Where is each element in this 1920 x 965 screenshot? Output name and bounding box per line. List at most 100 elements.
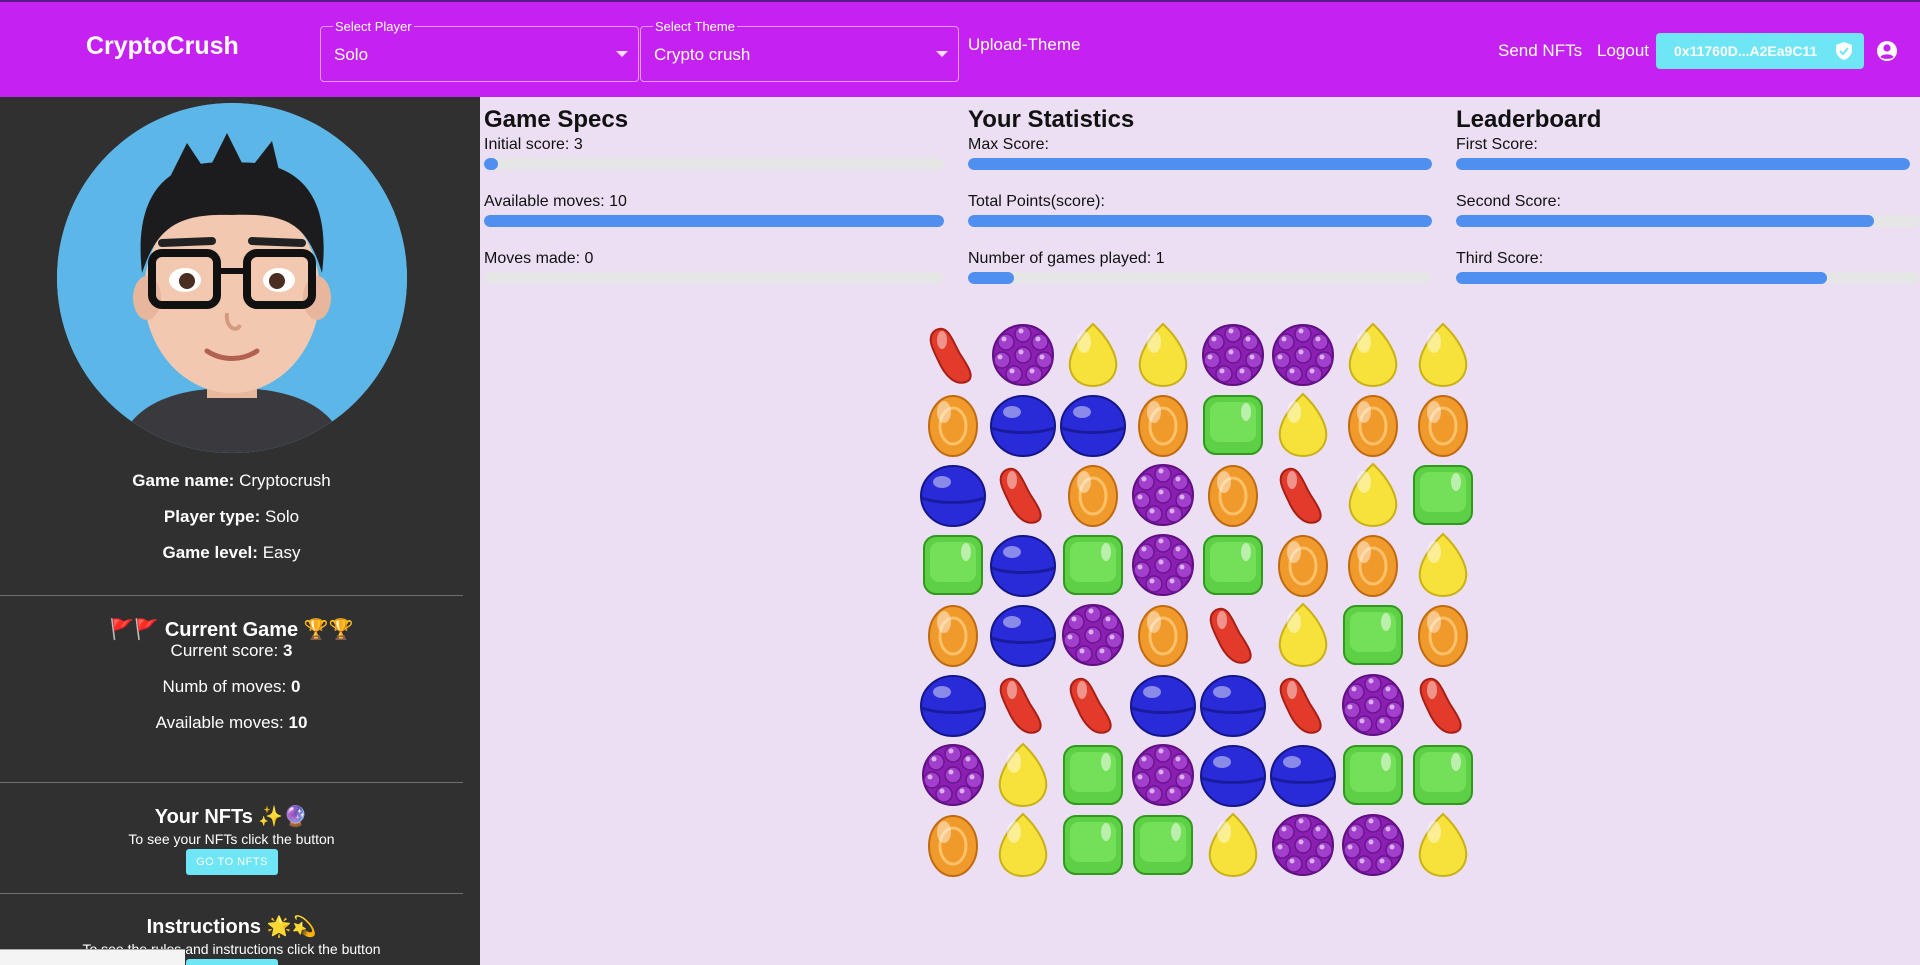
orange-candy-icon[interactable] — [1128, 390, 1198, 460]
blue-candy-icon[interactable] — [1198, 740, 1268, 810]
purple-candy-icon[interactable] — [1268, 810, 1338, 880]
blue-candy-icon[interactable] — [918, 670, 988, 740]
current-score-row: Current score: 3 — [0, 641, 463, 661]
red-candy-icon[interactable] — [1058, 670, 1128, 740]
account-icon[interactable] — [1876, 40, 1898, 62]
orange-candy-icon[interactable] — [1198, 460, 1268, 530]
divider — [0, 595, 463, 596]
green-candy-icon[interactable] — [1408, 740, 1478, 810]
green-candy-icon[interactable] — [1338, 600, 1408, 670]
yellow-candy-icon[interactable] — [1268, 390, 1338, 460]
purple-candy-icon[interactable] — [1198, 320, 1268, 390]
send-nfts-link[interactable]: Send NFTs — [1498, 41, 1582, 61]
red-candy-icon[interactable] — [988, 460, 1058, 530]
blue-candy-icon[interactable] — [1198, 670, 1268, 740]
red-candy-icon[interactable] — [918, 320, 988, 390]
select-player-value: Solo — [334, 45, 369, 64]
green-candy-icon[interactable] — [1058, 530, 1128, 600]
first-score-fill — [1456, 158, 1910, 170]
purple-candy-icon[interactable] — [1128, 460, 1198, 530]
green-candy-icon[interactable] — [1198, 390, 1268, 460]
orange-candy-icon[interactable] — [1268, 530, 1338, 600]
logout-link[interactable]: Logout — [1597, 41, 1649, 61]
green-candy-icon[interactable] — [1408, 460, 1478, 530]
max-score-bar — [968, 158, 1432, 170]
red-candy-icon[interactable] — [1198, 600, 1268, 670]
divider — [0, 782, 463, 783]
player-type-value: Solo — [265, 507, 300, 526]
select-player-dropdown[interactable]: Select Player Solo — [320, 19, 639, 82]
green-candy-icon[interactable] — [918, 530, 988, 600]
upload-theme-link[interactable]: Upload-Theme — [968, 35, 1080, 55]
blue-candy-icon[interactable] — [1268, 740, 1338, 810]
total-points-bar — [968, 215, 1432, 227]
orange-candy-icon[interactable] — [1338, 530, 1408, 600]
purple-candy-icon[interactable] — [1128, 740, 1198, 810]
yellow-candy-icon[interactable] — [1338, 320, 1408, 390]
yellow-candy-icon[interactable] — [1128, 320, 1198, 390]
leaderboard-title: Leaderboard — [1456, 106, 1602, 133]
go-to-nfts-button[interactable]: GO TO NFTS — [186, 849, 278, 875]
blue-candy-icon[interactable] — [1128, 670, 1198, 740]
purple-candy-icon[interactable] — [1268, 320, 1338, 390]
green-candy-icon[interactable] — [1198, 530, 1268, 600]
game-level-row: Game level: Easy — [0, 543, 463, 563]
orange-candy-icon[interactable] — [918, 390, 988, 460]
red-candy-icon[interactable] — [1268, 460, 1338, 530]
purple-candy-icon[interactable] — [1338, 810, 1408, 880]
orange-candy-icon[interactable] — [1408, 600, 1478, 670]
purple-candy-icon[interactable] — [1338, 670, 1408, 740]
game-name-row: Game name: Cryptocrush — [0, 471, 463, 491]
player-type-label: Player type: — [163, 507, 261, 526]
yellow-candy-icon[interactable] — [1408, 320, 1478, 390]
blue-candy-icon[interactable] — [988, 530, 1058, 600]
third-score-bar — [1456, 272, 1920, 284]
app-title[interactable]: CryptoCrush — [86, 32, 239, 61]
blue-candy-icon[interactable] — [1058, 390, 1128, 460]
instructions-button[interactable] — [186, 959, 278, 965]
third-score-fill — [1456, 272, 1828, 284]
red-candy-icon[interactable] — [1268, 670, 1338, 740]
wallet-address-button[interactable]: 0x11760D...A2Ea9C11 — [1656, 33, 1864, 69]
yellow-candy-icon[interactable] — [1408, 530, 1478, 600]
purple-candy-icon[interactable] — [1058, 600, 1128, 670]
green-candy-icon[interactable] — [1058, 740, 1128, 810]
yellow-candy-icon[interactable] — [988, 740, 1058, 810]
red-candy-icon[interactable] — [988, 670, 1058, 740]
yellow-candy-icon[interactable] — [988, 810, 1058, 880]
games-played-label: Number of games played: 1 — [968, 250, 1165, 267]
yellow-candy-icon[interactable] — [1268, 600, 1338, 670]
orange-candy-icon[interactable] — [1058, 460, 1128, 530]
player-type-row: Player type: Solo — [0, 507, 463, 527]
orange-candy-icon[interactable] — [918, 810, 988, 880]
orange-candy-icon[interactable] — [1338, 390, 1408, 460]
nfts-title: Your NFTs ✨🔮 — [154, 806, 309, 828]
green-candy-icon[interactable] — [1128, 810, 1198, 880]
initial-score-bar — [484, 158, 944, 170]
select-theme-dropdown[interactable]: Select Theme Crypto crush — [640, 19, 959, 82]
purple-candy-icon[interactable] — [1128, 530, 1198, 600]
purple-candy-icon[interactable] — [988, 320, 1058, 390]
orange-candy-icon[interactable] — [1128, 600, 1198, 670]
available-moves-row: Available moves: 10 — [0, 713, 463, 733]
yellow-candy-icon[interactable] — [1338, 460, 1408, 530]
blue-candy-icon[interactable] — [918, 460, 988, 530]
first-score-bar — [1456, 158, 1910, 170]
blue-candy-icon[interactable] — [988, 390, 1058, 460]
num-moves-label: Numb of moves: — [162, 677, 287, 696]
instructions-title: Instructions 🌟💫 — [146, 916, 317, 938]
yellow-candy-icon[interactable] — [1408, 810, 1478, 880]
orange-candy-icon[interactable] — [1408, 390, 1478, 460]
total-points-label: Total Points(score): — [968, 193, 1105, 210]
yellow-candy-icon[interactable] — [1198, 810, 1268, 880]
num-moves-row: Numb of moves: 0 — [0, 677, 463, 697]
blue-candy-icon[interactable] — [988, 600, 1058, 670]
green-candy-icon[interactable] — [1058, 810, 1128, 880]
purple-candy-icon[interactable] — [918, 740, 988, 810]
first-score-label: First Score: — [1456, 136, 1538, 153]
red-candy-icon[interactable] — [1408, 670, 1478, 740]
green-candy-icon[interactable] — [1338, 740, 1408, 810]
orange-candy-icon[interactable] — [918, 600, 988, 670]
yellow-candy-icon[interactable] — [1058, 320, 1128, 390]
second-score-label: Second Score: — [1456, 193, 1561, 210]
